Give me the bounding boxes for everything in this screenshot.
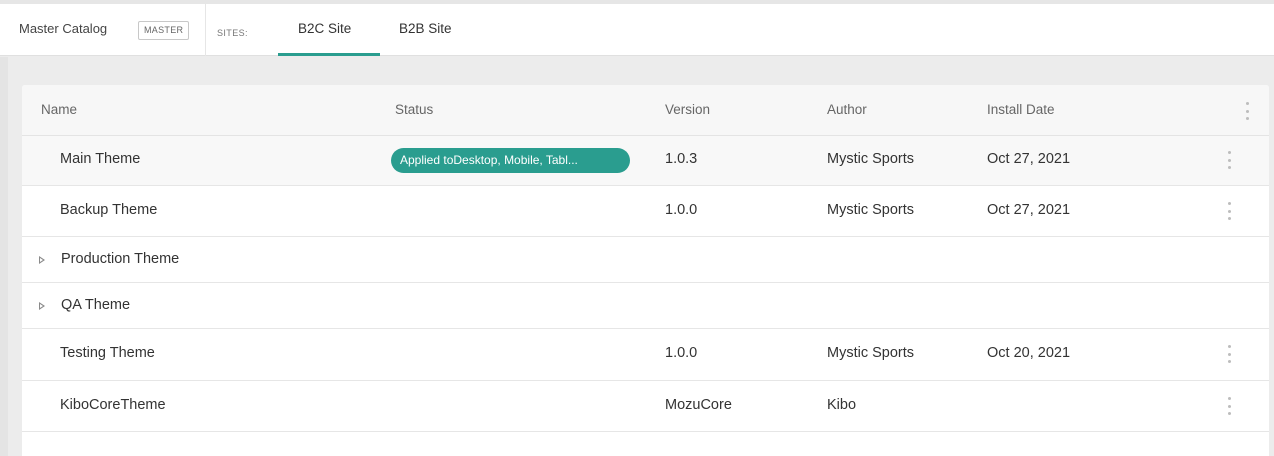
header-divider (205, 4, 206, 56)
row-version: 1.0.3 (665, 151, 698, 167)
row-author: Mystic Sports (827, 202, 915, 218)
row-name: Backup Theme (60, 202, 158, 218)
themes-table: Name Status Version Author Install Date … (22, 85, 1269, 456)
table-row[interactable]: Testing Theme 1.0.0 Mystic Sports Oct 20… (22, 329, 1269, 381)
status-badge: Applied toDesktop, Mobile, Tabl... (391, 148, 630, 173)
more-vert-icon[interactable] (1227, 151, 1231, 169)
row-author: Kibo (827, 397, 857, 413)
row-name: Production Theme (61, 251, 180, 267)
master-badge: MASTER (138, 21, 190, 40)
row-version: 1.0.0 (665, 202, 698, 218)
table-header: Name Status Version Author Install Date (22, 85, 1269, 136)
column-header-install-date[interactable]: Install Date (987, 102, 1055, 117)
catalog-site-bar: Master Catalog MASTER SITES: B2C Site B2… (0, 4, 1274, 56)
table-row[interactable]: Main Theme Applied toDesktop, Mobile, Ta… (22, 136, 1269, 186)
more-vert-icon[interactable] (1227, 202, 1231, 220)
sites-label: SITES: (217, 28, 248, 38)
row-version: 1.0.0 (665, 345, 698, 361)
column-header-name[interactable]: Name (41, 102, 77, 117)
more-vert-icon[interactable] (1227, 397, 1231, 415)
catalog-label[interactable]: Master Catalog (19, 21, 107, 36)
table-row[interactable]: QA Theme (22, 283, 1269, 329)
row-install-date: Oct 20, 2021 (987, 345, 1071, 361)
row-install-date: Oct 27, 2021 (987, 151, 1071, 167)
expand-triangle-icon[interactable] (39, 256, 45, 264)
row-name: QA Theme (61, 297, 131, 313)
row-version: MozuCore (665, 397, 732, 413)
more-vert-icon[interactable] (1227, 345, 1231, 363)
column-header-author[interactable]: Author (827, 102, 867, 117)
expand-triangle-icon[interactable] (39, 302, 45, 310)
table-row[interactable]: KiboCoreTheme MozuCore Kibo (22, 381, 1269, 432)
table-row[interactable]: Production Theme (22, 237, 1269, 283)
row-author: Mystic Sports (827, 345, 915, 361)
table-row[interactable]: Backup Theme 1.0.0 Mystic Sports Oct 27,… (22, 186, 1269, 237)
left-edge (0, 57, 8, 456)
row-author: Mystic Sports (827, 151, 915, 167)
active-tab-indicator (278, 53, 380, 56)
row-name: KiboCoreTheme (60, 397, 166, 413)
row-name: Main Theme (60, 151, 141, 167)
column-header-version[interactable]: Version (665, 102, 710, 117)
row-install-date: Oct 27, 2021 (987, 202, 1071, 218)
row-name: Testing Theme (60, 345, 155, 361)
column-menu-icon[interactable] (1245, 102, 1249, 120)
tab-b2c-site[interactable]: B2C Site (298, 21, 351, 36)
column-header-status[interactable]: Status (395, 102, 433, 117)
tab-b2b-site[interactable]: B2B Site (399, 21, 452, 36)
